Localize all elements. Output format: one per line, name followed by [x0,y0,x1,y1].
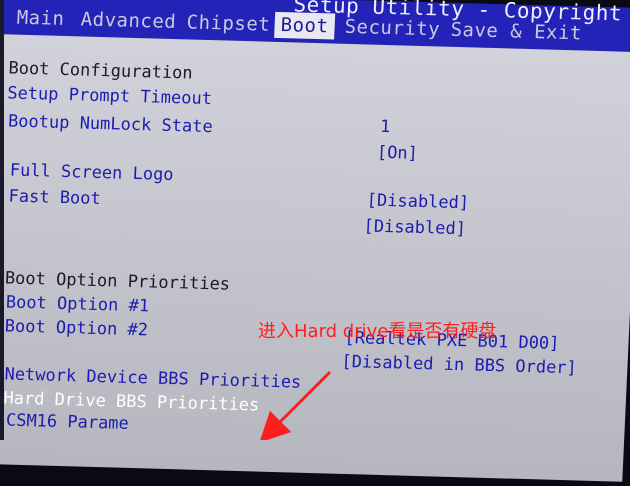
annotation-arrow-line [259,370,332,440]
annotation-arrow-icon [259,370,332,440]
